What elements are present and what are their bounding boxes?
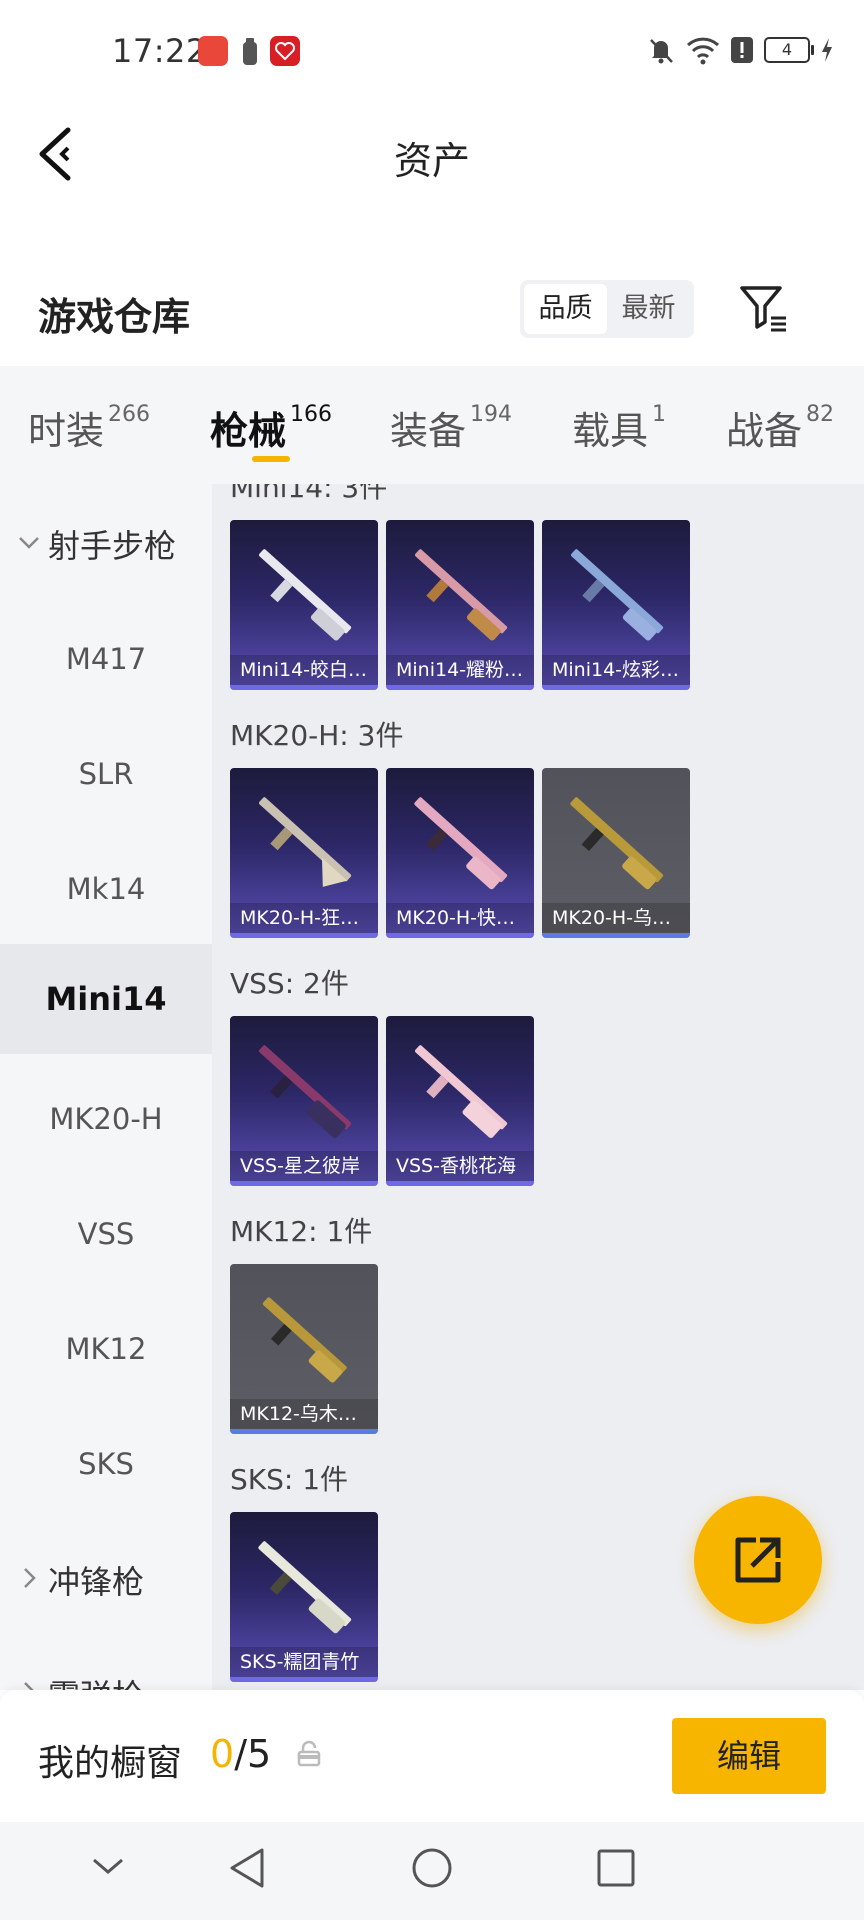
weapon-card[interactable]: VSS-星之彼岸: [230, 1016, 378, 1186]
alert-icon: [731, 37, 753, 63]
share-fab[interactable]: [694, 1496, 822, 1624]
sidebar-item-mini14[interactable]: Mini14: [0, 944, 212, 1054]
sidebar-group-label: 霰弹枪: [48, 1671, 144, 1690]
nav-recents-button[interactable]: [594, 1846, 638, 1894]
sidebar-group-label: 射手步枪: [48, 527, 177, 565]
rifle-icon: [571, 549, 664, 641]
weapon-sidebar: 射手步枪 M417 SLR Mk14 Mini14 MK20-H VSS MK1…: [0, 484, 212, 1690]
charging-icon: [822, 38, 832, 62]
category-tabs: 时装 266 枪械 166 装备 194 载具 1 战备 82: [0, 366, 864, 484]
rifle-icon: [415, 549, 508, 641]
rifle-icon: [262, 1297, 347, 1383]
weapon-card[interactable]: MK20-H-狂…: [230, 768, 378, 938]
group-label: Mini14: 3件: [230, 484, 388, 504]
wifi-icon: [686, 37, 720, 65]
status-right: 4: [646, 30, 834, 70]
huawei-app-icon: [198, 36, 228, 66]
sidebar-group-shotgun[interactable]: 霰弹枪: [0, 1654, 212, 1690]
weapon-name: VSS-香桃花海: [386, 1151, 534, 1181]
sort-toggle: 品质 最新: [520, 280, 694, 338]
chevron-right-icon: [16, 1675, 44, 1690]
rifle-icon: [415, 1045, 508, 1138]
group-label: VSS: 2件: [230, 967, 349, 1000]
weapon-card[interactable]: Mini14-炫彩…: [542, 520, 690, 690]
sidebar-group-label: 冲锋枪: [48, 1563, 145, 1601]
tab-vehicles[interactable]: 载具 1: [572, 400, 666, 455]
section-title: 游戏仓库: [38, 295, 191, 339]
nav-home-button[interactable]: [410, 1846, 454, 1894]
group-label: SKS: 1件: [230, 1463, 349, 1496]
chevron-right-icon: [16, 1561, 44, 1599]
weapon-name: MK20-H-乌…: [542, 903, 690, 933]
share-external-icon: [735, 1537, 781, 1583]
storage-icon: [242, 38, 258, 70]
weapon-name: MK20-H-狂…: [230, 903, 378, 933]
rifle-icon: [414, 797, 508, 890]
showcase-bar: 我的橱窗 0/5 编辑: [0, 1690, 864, 1822]
triangle-back-icon: [230, 1848, 264, 1888]
weapon-name: Mini14-炫彩…: [542, 655, 690, 685]
sidebar-group-marksman[interactable]: 射手步枪: [0, 504, 212, 584]
sidebar-item-mk20h[interactable]: MK20-H: [0, 1064, 212, 1174]
tab-guns[interactable]: 枪械 166: [210, 400, 332, 455]
status-time: 17:22: [112, 32, 207, 70]
status-bar: 17:22 4: [0, 0, 864, 100]
app-heart-icon: [270, 36, 300, 66]
weapon-card[interactable]: Mini14-耀粉…: [386, 520, 534, 690]
system-nav-bar: [0, 1822, 864, 1920]
square-recents-icon: [597, 1849, 635, 1887]
weapon-card[interactable]: MK20-H-乌…: [542, 768, 690, 938]
chevron-down-icon: [16, 525, 44, 563]
weapon-card[interactable]: MK20-H-快…: [386, 768, 534, 938]
tab-readiness[interactable]: 战备 82: [726, 400, 834, 455]
tab-fashion[interactable]: 时装 266: [28, 400, 150, 455]
page-title: 资产: [393, 139, 470, 183]
rifle-icon: [258, 1541, 352, 1634]
sidebar-item-m417[interactable]: M417: [0, 604, 212, 714]
group-label: MK20-H: 3件: [230, 719, 404, 752]
filter-icon: [740, 286, 786, 332]
sidebar-item-vss[interactable]: VSS: [0, 1179, 212, 1289]
weapon-name: MK12-乌木…: [230, 1399, 378, 1429]
tab-equipment[interactable]: 装备 194: [390, 400, 512, 455]
rifle-icon: [259, 1045, 352, 1138]
showcase-label: 我的橱窗: [38, 1743, 183, 1784]
sidebar-item-mk14[interactable]: Mk14: [0, 834, 212, 944]
nav-collapse-button[interactable]: [88, 1846, 128, 1890]
weapon-name: MK20-H-快…: [386, 903, 534, 933]
weapon-name: Mini14-皎白…: [230, 655, 378, 685]
battery-indicator: 4: [764, 37, 814, 63]
showcase-count: 0/5: [210, 1732, 272, 1776]
weapon-name: VSS-星之彼岸: [230, 1151, 378, 1181]
sidebar-item-mk12[interactable]: MK12: [0, 1294, 212, 1404]
weapon-card[interactable]: Mini14-皎白…: [230, 520, 378, 690]
edit-button[interactable]: 编辑: [672, 1718, 826, 1794]
circle-home-icon: [412, 1848, 452, 1888]
weapon-card[interactable]: MK12-乌木…: [230, 1264, 378, 1434]
rifle-icon: [259, 549, 352, 641]
rifle-icon: [570, 797, 664, 890]
mute-icon: [650, 39, 673, 64]
sidebar-item-sks[interactable]: SKS: [0, 1409, 212, 1519]
group-label: MK12: 1件: [230, 1215, 373, 1248]
chevron-down-icon: [93, 1858, 123, 1874]
weapon-name: SKS-糯团青竹: [230, 1647, 378, 1677]
sidebar-group-smg[interactable]: 冲锋枪: [0, 1540, 212, 1620]
sidebar-item-slr[interactable]: SLR: [0, 719, 212, 829]
rifle-icon: [259, 797, 352, 887]
weapon-card[interactable]: SKS-糯团青竹: [230, 1512, 378, 1682]
sort-quality-option[interactable]: 品质: [524, 284, 607, 334]
weapon-name: Mini14-耀粉…: [386, 655, 534, 685]
lock-icon: [296, 1740, 322, 1772]
sort-newest-option[interactable]: 最新: [607, 284, 690, 334]
active-tab-indicator: [252, 456, 290, 462]
app-header: 资产: [0, 100, 864, 210]
filter-button[interactable]: [736, 282, 788, 334]
nav-back-button[interactable]: [226, 1846, 270, 1894]
weapon-card[interactable]: VSS-香桃花海: [386, 1016, 534, 1186]
